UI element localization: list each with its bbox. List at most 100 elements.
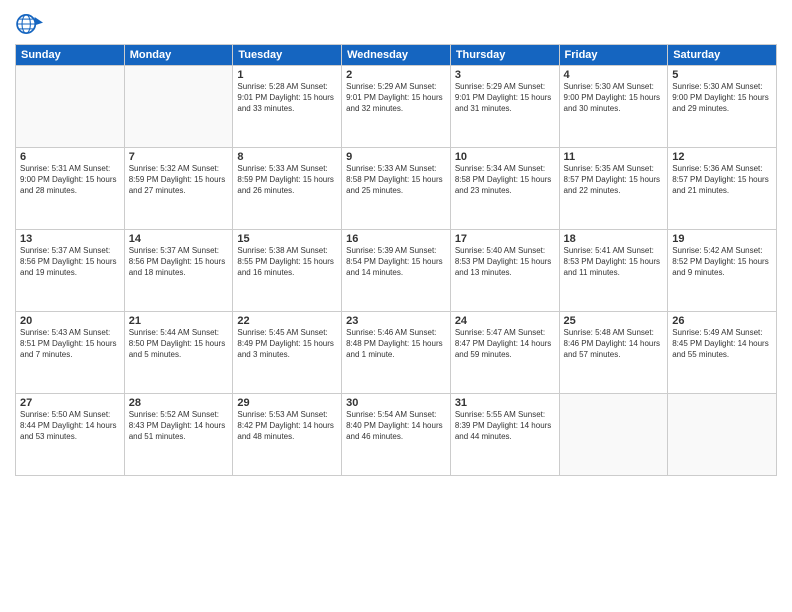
calendar-cell: 18Sunrise: 5:41 AM Sunset: 8:53 PM Dayli… — [559, 230, 668, 312]
day-header-tuesday: Tuesday — [233, 45, 342, 66]
calendar-cell: 19Sunrise: 5:42 AM Sunset: 8:52 PM Dayli… — [668, 230, 777, 312]
day-number: 16 — [346, 233, 446, 245]
day-header-monday: Monday — [124, 45, 233, 66]
cell-info: Sunrise: 5:44 AM Sunset: 8:50 PM Dayligh… — [129, 328, 229, 360]
header — [15, 10, 777, 38]
calendar-cell: 5Sunrise: 5:30 AM Sunset: 9:00 PM Daylig… — [668, 66, 777, 148]
cell-info: Sunrise: 5:53 AM Sunset: 8:42 PM Dayligh… — [237, 410, 337, 442]
calendar-cell: 28Sunrise: 5:52 AM Sunset: 8:43 PM Dayli… — [124, 394, 233, 476]
calendar-cell: 1Sunrise: 5:28 AM Sunset: 9:01 PM Daylig… — [233, 66, 342, 148]
calendar-cell — [124, 66, 233, 148]
day-number: 31 — [455, 397, 555, 409]
day-number: 13 — [20, 233, 120, 245]
calendar-cell: 3Sunrise: 5:29 AM Sunset: 9:01 PM Daylig… — [450, 66, 559, 148]
cell-info: Sunrise: 5:38 AM Sunset: 8:55 PM Dayligh… — [237, 246, 337, 278]
cell-info: Sunrise: 5:29 AM Sunset: 9:01 PM Dayligh… — [455, 82, 555, 114]
calendar-cell: 8Sunrise: 5:33 AM Sunset: 8:59 PM Daylig… — [233, 148, 342, 230]
day-number: 14 — [129, 233, 229, 245]
calendar-cell: 21Sunrise: 5:44 AM Sunset: 8:50 PM Dayli… — [124, 312, 233, 394]
calendar-week-1: 1Sunrise: 5:28 AM Sunset: 9:01 PM Daylig… — [16, 66, 777, 148]
cell-info: Sunrise: 5:29 AM Sunset: 9:01 PM Dayligh… — [346, 82, 446, 114]
day-header-wednesday: Wednesday — [342, 45, 451, 66]
calendar-week-3: 13Sunrise: 5:37 AM Sunset: 8:56 PM Dayli… — [16, 230, 777, 312]
day-number: 3 — [455, 69, 555, 81]
cell-info: Sunrise: 5:28 AM Sunset: 9:01 PM Dayligh… — [237, 82, 337, 114]
cell-info: Sunrise: 5:36 AM Sunset: 8:57 PM Dayligh… — [672, 164, 772, 196]
calendar-cell: 10Sunrise: 5:34 AM Sunset: 8:58 PM Dayli… — [450, 148, 559, 230]
day-header-friday: Friday — [559, 45, 668, 66]
cell-info: Sunrise: 5:35 AM Sunset: 8:57 PM Dayligh… — [564, 164, 664, 196]
calendar-header-row: SundayMondayTuesdayWednesdayThursdayFrid… — [16, 45, 777, 66]
cell-info: Sunrise: 5:46 AM Sunset: 8:48 PM Dayligh… — [346, 328, 446, 360]
day-number: 22 — [237, 315, 337, 327]
day-header-saturday: Saturday — [668, 45, 777, 66]
calendar-cell: 11Sunrise: 5:35 AM Sunset: 8:57 PM Dayli… — [559, 148, 668, 230]
day-number: 10 — [455, 151, 555, 163]
cell-info: Sunrise: 5:49 AM Sunset: 8:45 PM Dayligh… — [672, 328, 772, 360]
cell-info: Sunrise: 5:37 AM Sunset: 8:56 PM Dayligh… — [20, 246, 120, 278]
cell-info: Sunrise: 5:45 AM Sunset: 8:49 PM Dayligh… — [237, 328, 337, 360]
cell-info: Sunrise: 5:54 AM Sunset: 8:40 PM Dayligh… — [346, 410, 446, 442]
day-number: 21 — [129, 315, 229, 327]
calendar-cell: 30Sunrise: 5:54 AM Sunset: 8:40 PM Dayli… — [342, 394, 451, 476]
calendar-cell: 29Sunrise: 5:53 AM Sunset: 8:42 PM Dayli… — [233, 394, 342, 476]
calendar-cell: 9Sunrise: 5:33 AM Sunset: 8:58 PM Daylig… — [342, 148, 451, 230]
calendar-cell: 2Sunrise: 5:29 AM Sunset: 9:01 PM Daylig… — [342, 66, 451, 148]
cell-info: Sunrise: 5:33 AM Sunset: 8:59 PM Dayligh… — [237, 164, 337, 196]
calendar-cell: 14Sunrise: 5:37 AM Sunset: 8:56 PM Dayli… — [124, 230, 233, 312]
day-number: 24 — [455, 315, 555, 327]
page: SundayMondayTuesdayWednesdayThursdayFrid… — [0, 0, 792, 612]
day-number: 9 — [346, 151, 446, 163]
calendar-cell — [559, 394, 668, 476]
calendar-cell — [16, 66, 125, 148]
day-number: 23 — [346, 315, 446, 327]
calendar-cell: 23Sunrise: 5:46 AM Sunset: 8:48 PM Dayli… — [342, 312, 451, 394]
cell-info: Sunrise: 5:33 AM Sunset: 8:58 PM Dayligh… — [346, 164, 446, 196]
cell-info: Sunrise: 5:42 AM Sunset: 8:52 PM Dayligh… — [672, 246, 772, 278]
day-number: 8 — [237, 151, 337, 163]
calendar-cell — [668, 394, 777, 476]
day-number: 17 — [455, 233, 555, 245]
day-number: 1 — [237, 69, 337, 81]
day-number: 6 — [20, 151, 120, 163]
cell-info: Sunrise: 5:30 AM Sunset: 9:00 PM Dayligh… — [564, 82, 664, 114]
calendar-cell: 25Sunrise: 5:48 AM Sunset: 8:46 PM Dayli… — [559, 312, 668, 394]
day-number: 26 — [672, 315, 772, 327]
calendar-cell: 27Sunrise: 5:50 AM Sunset: 8:44 PM Dayli… — [16, 394, 125, 476]
calendar-cell: 6Sunrise: 5:31 AM Sunset: 9:00 PM Daylig… — [16, 148, 125, 230]
calendar-week-2: 6Sunrise: 5:31 AM Sunset: 9:00 PM Daylig… — [16, 148, 777, 230]
cell-info: Sunrise: 5:40 AM Sunset: 8:53 PM Dayligh… — [455, 246, 555, 278]
calendar-cell: 16Sunrise: 5:39 AM Sunset: 8:54 PM Dayli… — [342, 230, 451, 312]
calendar-cell: 13Sunrise: 5:37 AM Sunset: 8:56 PM Dayli… — [16, 230, 125, 312]
calendar-cell: 22Sunrise: 5:45 AM Sunset: 8:49 PM Dayli… — [233, 312, 342, 394]
cell-info: Sunrise: 5:34 AM Sunset: 8:58 PM Dayligh… — [455, 164, 555, 196]
day-header-thursday: Thursday — [450, 45, 559, 66]
day-number: 27 — [20, 397, 120, 409]
calendar-cell: 24Sunrise: 5:47 AM Sunset: 8:47 PM Dayli… — [450, 312, 559, 394]
calendar-table: SundayMondayTuesdayWednesdayThursdayFrid… — [15, 44, 777, 476]
cell-info: Sunrise: 5:50 AM Sunset: 8:44 PM Dayligh… — [20, 410, 120, 442]
cell-info: Sunrise: 5:31 AM Sunset: 9:00 PM Dayligh… — [20, 164, 120, 196]
day-number: 20 — [20, 315, 120, 327]
day-number: 25 — [564, 315, 664, 327]
calendar-cell: 12Sunrise: 5:36 AM Sunset: 8:57 PM Dayli… — [668, 148, 777, 230]
calendar-week-5: 27Sunrise: 5:50 AM Sunset: 8:44 PM Dayli… — [16, 394, 777, 476]
day-number: 19 — [672, 233, 772, 245]
logo — [15, 10, 45, 38]
day-number: 5 — [672, 69, 772, 81]
day-number: 12 — [672, 151, 772, 163]
day-number: 29 — [237, 397, 337, 409]
day-number: 4 — [564, 69, 664, 81]
calendar-cell: 15Sunrise: 5:38 AM Sunset: 8:55 PM Dayli… — [233, 230, 342, 312]
day-number: 7 — [129, 151, 229, 163]
cell-info: Sunrise: 5:52 AM Sunset: 8:43 PM Dayligh… — [129, 410, 229, 442]
logo-icon — [15, 10, 43, 38]
calendar-cell: 31Sunrise: 5:55 AM Sunset: 8:39 PM Dayli… — [450, 394, 559, 476]
cell-info: Sunrise: 5:30 AM Sunset: 9:00 PM Dayligh… — [672, 82, 772, 114]
cell-info: Sunrise: 5:43 AM Sunset: 8:51 PM Dayligh… — [20, 328, 120, 360]
calendar-cell: 20Sunrise: 5:43 AM Sunset: 8:51 PM Dayli… — [16, 312, 125, 394]
day-number: 11 — [564, 151, 664, 163]
cell-info: Sunrise: 5:55 AM Sunset: 8:39 PM Dayligh… — [455, 410, 555, 442]
calendar-cell: 4Sunrise: 5:30 AM Sunset: 9:00 PM Daylig… — [559, 66, 668, 148]
day-header-sunday: Sunday — [16, 45, 125, 66]
